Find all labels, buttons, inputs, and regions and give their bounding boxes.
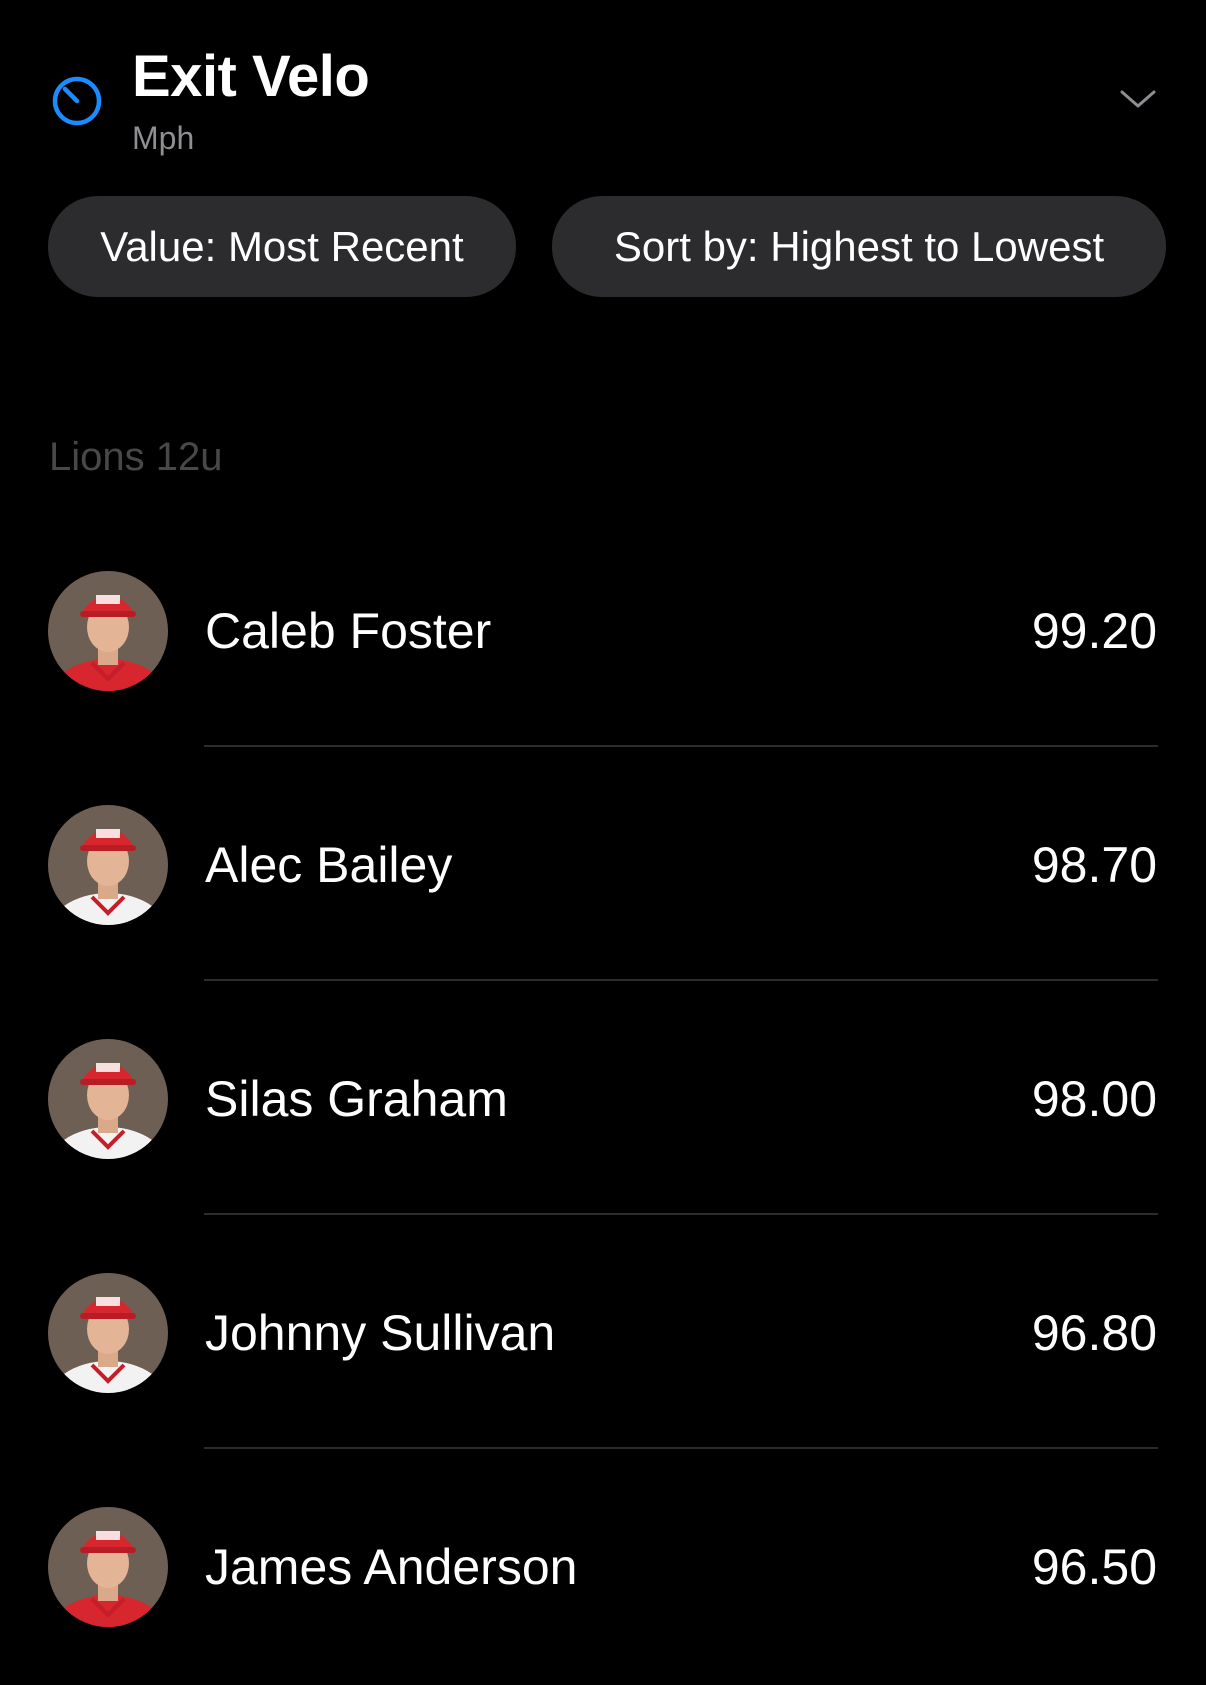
player-exit-velo-value: 98.70 <box>1031 837 1157 893</box>
player-exit-velo-value: 98.00 <box>1031 1071 1157 1127</box>
player-name: Johnny Sullivan <box>205 1305 556 1361</box>
metric-header[interactable]: Exit Velo Mph <box>0 0 1206 180</box>
stopwatch-icon <box>52 76 102 126</box>
player-row[interactable]: Caleb Foster 99.20 <box>0 515 1206 749</box>
metric-title: Exit Velo <box>132 44 370 109</box>
team-section-header: Lions 12u <box>49 435 223 479</box>
player-name: Silas Graham <box>205 1071 508 1127</box>
row-divider <box>204 745 1158 747</box>
row-divider <box>204 1213 1158 1215</box>
value-filter-button[interactable]: Value: Most Recent <box>48 196 516 297</box>
player-name: Caleb Foster <box>205 603 492 659</box>
player-name: Alec Bailey <box>205 837 453 893</box>
player-row[interactable]: Alec Bailey 98.70 <box>0 749 1206 983</box>
row-divider <box>204 979 1158 981</box>
metric-unit: Mph <box>132 120 195 156</box>
player-row[interactable]: Johnny Sullivan 96.80 <box>0 1217 1206 1451</box>
player-avatar <box>48 1507 168 1627</box>
player-name: James Anderson <box>205 1539 578 1595</box>
player-avatar <box>48 805 168 925</box>
player-exit-velo-value: 96.80 <box>1031 1305 1157 1361</box>
sort-filter-button[interactable]: Sort by: Highest to Lowest <box>552 196 1166 297</box>
player-avatar <box>48 1273 168 1393</box>
player-exit-velo-value: 96.50 <box>1031 1539 1157 1595</box>
player-avatar <box>48 571 168 691</box>
player-avatar <box>48 1039 168 1159</box>
player-row[interactable]: Silas Graham 98.00 <box>0 983 1206 1217</box>
player-row[interactable]: James Anderson 96.50 <box>0 1451 1206 1685</box>
player-exit-velo-value: 99.20 <box>1031 603 1157 659</box>
row-divider <box>204 1447 1158 1449</box>
chevron-down-icon[interactable] <box>1118 84 1158 114</box>
